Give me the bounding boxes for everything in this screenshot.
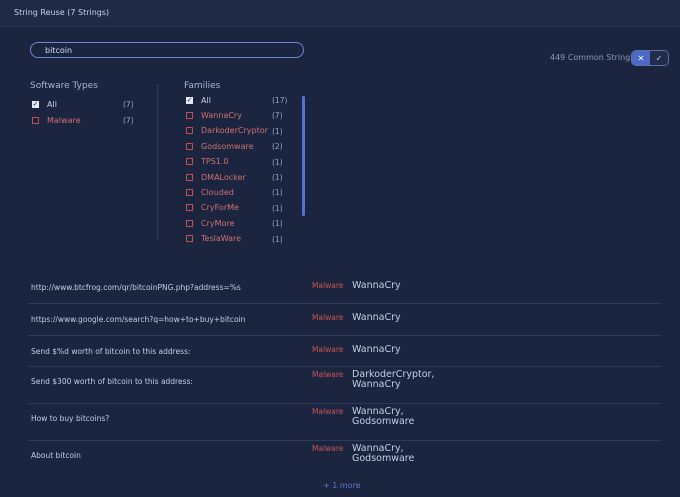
checkbox[interactable] [32,116,39,124]
family-filter-1[interactable]: WannaCry [186,110,242,120]
row-type: Malware [312,281,344,290]
filter-count: (17) [272,96,288,105]
filter-count: (1) [272,126,283,136]
check-icon[interactable]: ✓ [650,51,668,65]
row-type: Malware [312,370,344,379]
checkbox[interactable] [186,173,193,181]
filter-count: (1) [272,234,283,244]
row-string: https://www.google.com/search?q=how+to+b… [31,315,246,324]
filter-count: (7) [123,116,134,125]
filter-label: All [201,95,211,105]
checkbox[interactable]: ✓ [186,96,193,104]
software-type-filter-0[interactable]: ✓ All [32,99,57,109]
checkbox[interactable] [186,127,193,135]
checkbox[interactable] [186,188,193,196]
filter-count: (1) [272,157,283,167]
row-type: Malware [312,407,344,416]
header-bar: String Reuse (7 Strings) [0,0,680,27]
family-filter-6[interactable]: Clouded [186,187,234,197]
page-title: String Reuse (7 Strings) [14,8,110,17]
families-title: Families [184,81,221,91]
filter-label: CryForMe [201,203,239,213]
filter-label: DarkoderCryptor [201,126,268,136]
row-family: DarkoderCryptor, WannaCry [352,369,435,390]
filter-label: DMALocker [201,172,246,182]
row-family: WannaCry [352,344,401,355]
row-family: WannaCry [352,280,401,291]
filter-label: CryMore [201,218,235,228]
table-row[interactable]: About bitcoin Malware WannaCry, Godsomware [28,440,662,475]
search-input[interactable] [45,45,285,55]
checkbox[interactable] [186,219,193,227]
row-string: How to buy bitcoins? [31,414,110,423]
filter-label: TPS1.0 [201,157,229,167]
filter-label: Malware [47,115,81,125]
table-row[interactable]: https://www.google.com/search?q=how+to+b… [28,303,662,336]
row-type: Malware [312,313,344,322]
filter-count: (7) [272,111,283,121]
common-strings-label: 449 Common Strings [550,53,635,62]
family-filter-0[interactable]: ✓ All [186,95,211,105]
family-filter-4[interactable]: TPS1.0 [186,157,229,167]
row-string: Send $300 worth of bitcoin to this addre… [31,377,193,386]
software-type-filter-1[interactable]: Malware [32,115,81,125]
row-string: Send $%d worth of bitcoin to this addres… [31,347,191,356]
checkbox[interactable] [186,158,193,166]
family-filter-3[interactable]: Godsomware [186,141,254,151]
more-link[interactable]: + 1 more [323,481,361,490]
family-filter-7[interactable]: CryForMe [186,203,239,213]
common-strings-toggle[interactable]: ✕ ✓ [631,50,669,66]
filter-count: (1) [272,188,283,198]
software-types-title: Software Types [30,81,98,91]
checkbox[interactable] [186,204,193,212]
family-filter-5[interactable]: DMALocker [186,172,246,182]
close-icon[interactable]: ✕ [632,51,650,65]
filter-label: Godsomware [201,141,254,151]
table-row[interactable]: How to buy bitcoins? Malware WannaCry, God… [28,403,662,441]
filter-count: (1) [272,173,283,182]
filter-count: (1) [272,219,283,229]
families-list[interactable]: ✓ All (17) WannaCry (7) DarkoderCryptor (1) God… [186,95,306,245]
table-row[interactable]: Send $%d worth of bitcoin to this addres… [28,335,662,367]
filter-divider [157,84,158,239]
row-string: About bitcoin [31,451,81,460]
family-filter-8[interactable]: CryMore [186,218,234,228]
filter-count: (2) [272,142,283,152]
family-filter-2[interactable]: DarkoderCryptor [186,126,268,136]
filter-label: TeslaWare [201,234,242,244]
filter-label: Clouded [201,187,234,197]
table-row[interactable]: Send $300 worth of bitcoin to this addre… [28,366,662,404]
family-filter-9[interactable]: TeslaWare [186,234,241,244]
filter-label: All [47,99,57,109]
checkbox[interactable]: ✓ [32,100,39,108]
row-family: WannaCry, Godsomware [352,406,415,427]
filter-count: (7) [123,100,134,109]
checkbox[interactable] [186,111,193,119]
families-scrollbar[interactable] [302,96,305,216]
row-type: Malware [312,444,344,453]
table-row[interactable]: http://www.btcfrog.com/qr/bitcoinPNG.php… [28,271,662,304]
filter-label: WannaCry [201,110,242,120]
row-type: Malware [312,345,344,354]
filter-count: (1) [272,203,283,213]
search-box[interactable] [30,42,304,58]
row-family: WannaCry, Godsomware [352,443,415,464]
row-string: http://www.btcfrog.com/qr/bitcoinPNG.php… [31,283,241,292]
checkbox[interactable] [186,142,193,150]
checkbox[interactable] [186,235,193,243]
row-family: WannaCry [352,312,401,323]
